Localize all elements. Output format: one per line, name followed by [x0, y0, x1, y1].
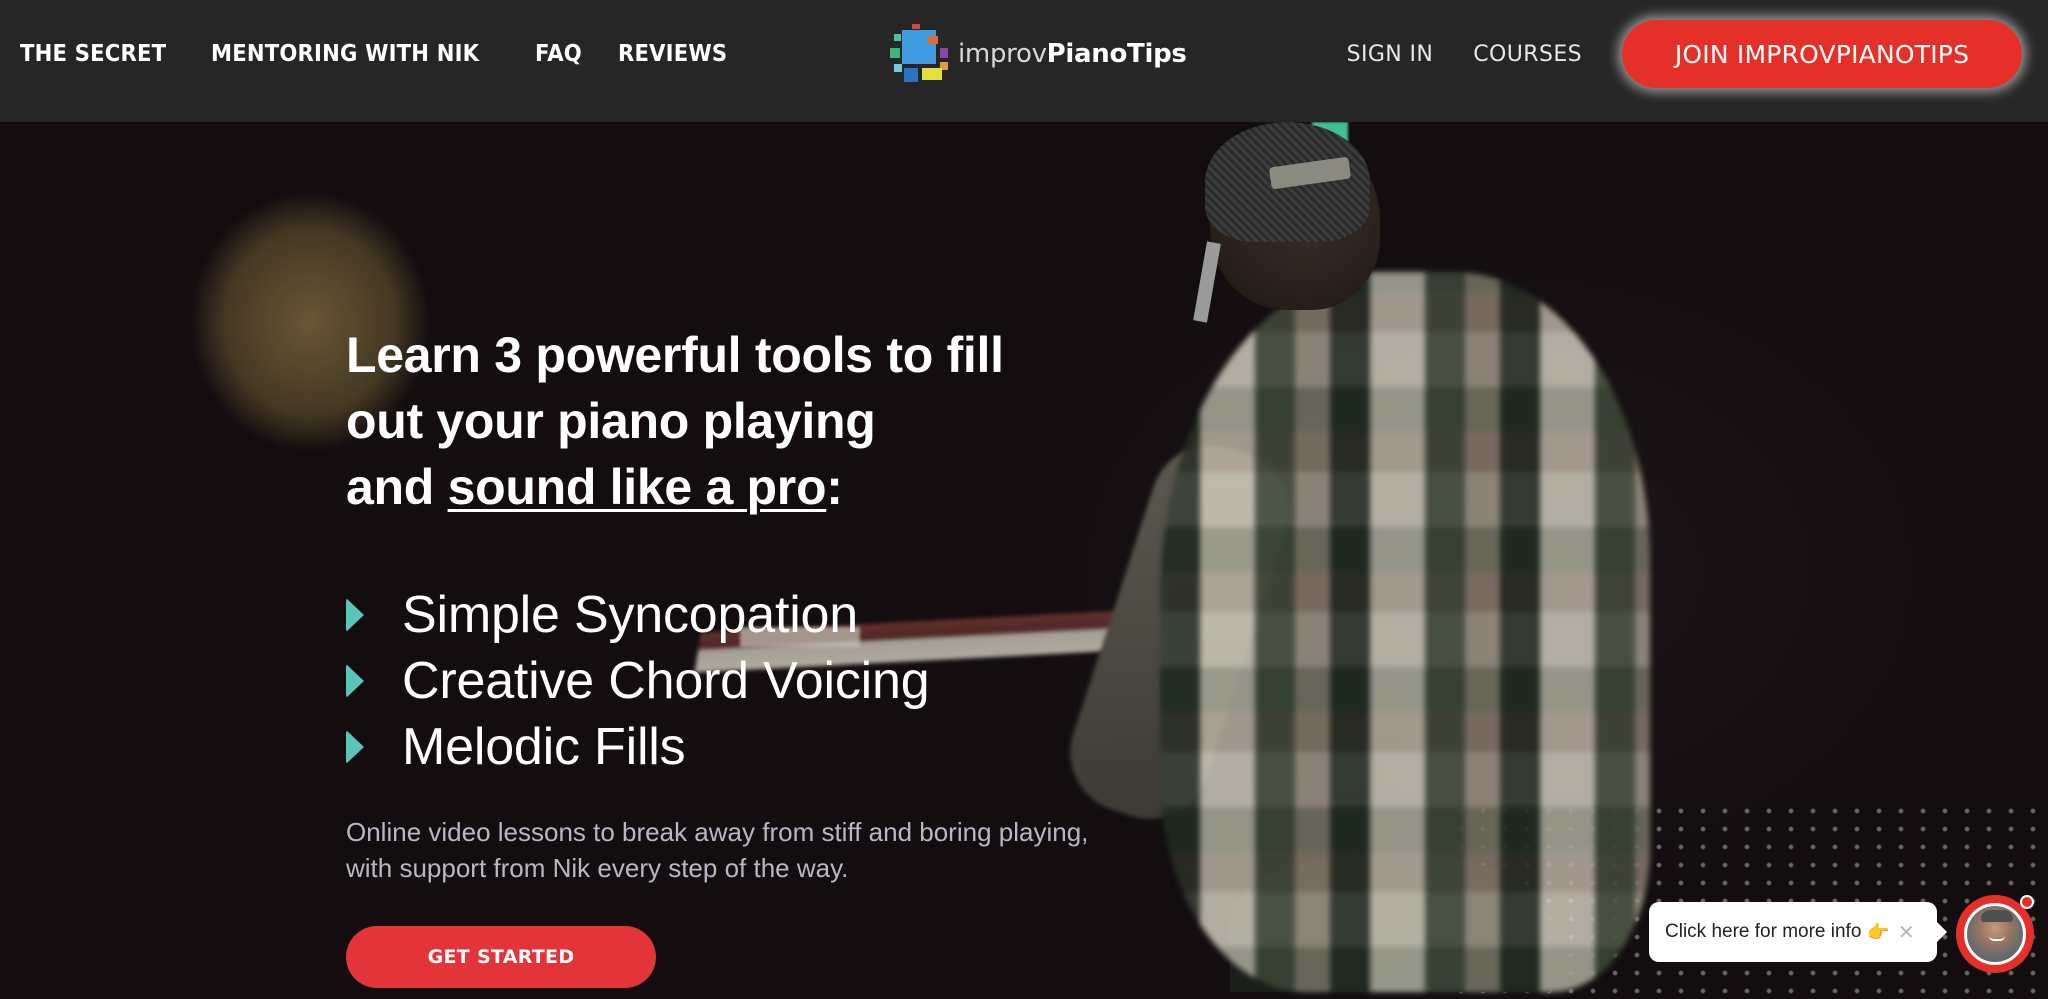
nav-link-reviews[interactable]: REVIEWS [618, 41, 727, 67]
pointing-hand-icon: 👉 [1867, 921, 1890, 942]
nav-link-the-secret[interactable]: THE SECRET [20, 41, 166, 67]
avatar-cap [1981, 910, 2013, 922]
triangle-bullet-icon [346, 664, 364, 698]
navbar: THE SECRET MENTORING WITH NIK FAQ REVIEW… [0, 0, 2048, 122]
feature-label: Creative Chord Voicing [402, 652, 930, 710]
headline-emphasis: sound like a pro [447, 459, 827, 515]
account-nav: SIGN IN COURSES JOIN IMPROVPIANOTIPS [1347, 0, 2048, 108]
sign-in-link[interactable]: SIGN IN [1347, 42, 1434, 67]
logo-wordmark: improvPianoTips [958, 39, 1187, 69]
feature-item: Simple Syncopation [346, 582, 1106, 648]
headline-colon: : [826, 459, 843, 515]
triangle-bullet-icon [346, 598, 364, 632]
headline-line-1: Learn 3 powerful tools to fill [346, 327, 1004, 383]
primary-nav: THE SECRET MENTORING WITH NIK FAQ REVIEW… [20, 0, 768, 108]
cap-brim [1193, 241, 1221, 323]
join-button[interactable]: JOIN IMPROVPIANOTIPS [1622, 20, 2022, 88]
get-started-button[interactable]: GET STARTED [346, 926, 656, 988]
hero-copy: Learn 3 powerful tools to fill out your … [346, 322, 1106, 988]
headline-line-2: out your piano playing [346, 393, 876, 449]
plaid-shirt [1160, 272, 1650, 992]
chat-prompt-bubble[interactable]: Click here for more info 👉 ✕ [1649, 902, 1947, 962]
close-icon[interactable]: ✕ [1898, 920, 1915, 945]
site-logo[interactable]: improvPianoTips [888, 24, 1187, 84]
logo-text-light: improv [958, 39, 1047, 69]
triangle-bullet-icon [346, 730, 364, 764]
hero-section: Learn 3 powerful tools to fill out your … [0, 122, 2048, 999]
nav-link-mentoring[interactable]: MENTORING WITH NIK [211, 41, 479, 67]
feature-list: Simple Syncopation Creative Chord Voicin… [346, 582, 1106, 780]
feature-item: Melodic Fills [346, 714, 1106, 780]
hero-subtitle: Online video lessons to break away from … [346, 817, 1089, 883]
notification-dot [2020, 895, 2034, 909]
feature-label: Simple Syncopation [402, 586, 858, 644]
avatar-smile [1989, 936, 2005, 941]
nav-link-faq[interactable]: FAQ [535, 41, 582, 67]
feature-item: Creative Chord Voicing [346, 648, 1106, 714]
chat-prompt-text: Click here for more info [1665, 921, 1862, 942]
logo-text-bold: PianoTips [1046, 39, 1187, 69]
courses-link[interactable]: COURSES [1473, 42, 1582, 67]
hero-headline: Learn 3 powerful tools to fill out your … [346, 322, 1106, 520]
logo-mosaic-icon [888, 24, 950, 84]
feature-label: Melodic Fills [402, 718, 686, 776]
headline-line-3-prefix: and [346, 459, 448, 515]
avatar [1964, 903, 2026, 965]
pianist-photo [1054, 122, 1700, 999]
